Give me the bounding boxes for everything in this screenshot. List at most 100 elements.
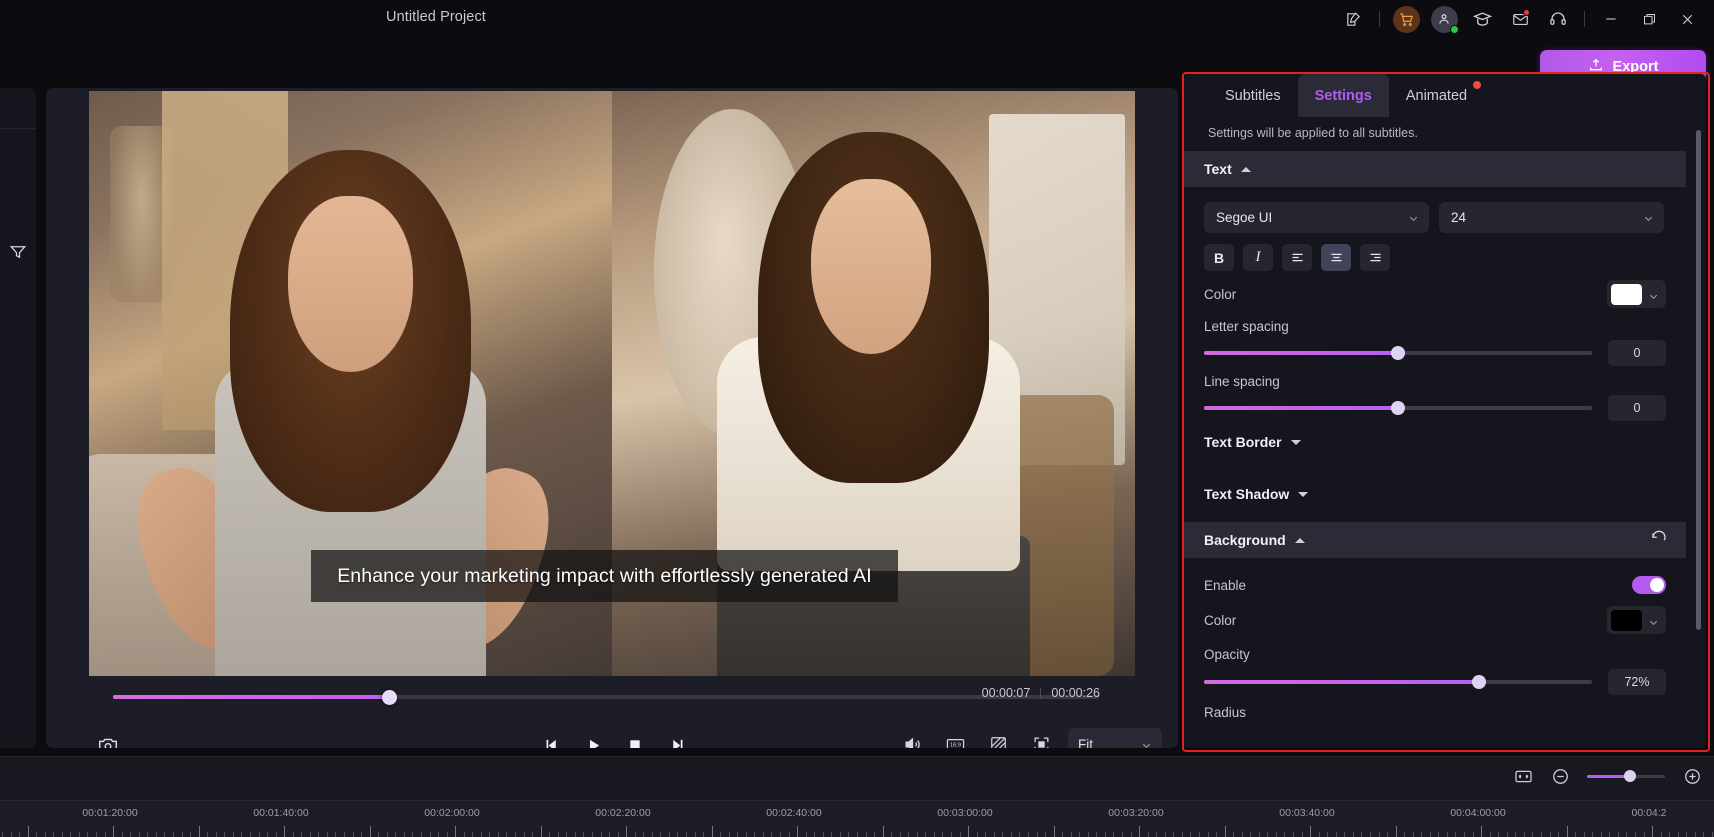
ruler-tick (1387, 832, 1388, 837)
line-spacing-slider[interactable] (1204, 401, 1592, 415)
ruler-tick (310, 832, 311, 837)
ruler-tick (1327, 832, 1328, 837)
timeline-ruler[interactable]: 00:01:20:00 00:01:40:00 00:02:00:00 00:02:2… (0, 800, 1714, 837)
timeline-zoom-slider-handle[interactable] (1623, 769, 1636, 782)
ruler-tick (951, 832, 952, 837)
close-icon[interactable] (1668, 0, 1706, 38)
step-backward-icon[interactable] (540, 734, 562, 748)
section-header-background[interactable]: Background (1184, 522, 1686, 558)
bold-button[interactable]: B (1204, 244, 1234, 271)
play-icon[interactable] (582, 734, 604, 748)
align-left-button[interactable] (1282, 244, 1312, 271)
letter-spacing-label-row: Letter spacing (1184, 318, 1686, 335)
fit-width-icon[interactable] (1513, 766, 1533, 786)
mail-icon[interactable] (1501, 0, 1539, 38)
stop-icon[interactable] (624, 734, 646, 748)
svg-text:16:9: 16:9 (950, 743, 961, 748)
background-enable-toggle[interactable] (1632, 576, 1666, 594)
note-edit-icon[interactable] (1334, 0, 1372, 38)
minimize-icon[interactable] (1592, 0, 1630, 38)
speaker-icon[interactable] (902, 734, 923, 748)
camera-icon[interactable] (97, 734, 121, 748)
step-forward-icon[interactable] (666, 734, 688, 748)
opacity-slider[interactable] (1204, 675, 1592, 689)
fullscreen-icon[interactable] (1031, 734, 1052, 748)
ruler-tick (1088, 832, 1089, 837)
playback-progress-fill (113, 695, 390, 699)
ruler-tick (1695, 832, 1696, 837)
section-header-text-shadow[interactable]: Text Shadow (1184, 482, 1686, 506)
ruler-tick (1455, 832, 1456, 837)
tab-animated[interactable]: Animated (1389, 74, 1484, 117)
line-spacing-slider-handle[interactable] (1391, 401, 1405, 415)
chevron-up-icon (1240, 166, 1251, 172)
diagonal-hatch-icon[interactable] (988, 734, 1009, 748)
timeline-zoom-controls (1513, 766, 1702, 786)
opacity-slider-handle[interactable] (1472, 675, 1487, 689)
ruler-tick (660, 832, 661, 837)
letter-spacing-label: Letter spacing (1204, 319, 1289, 334)
background-color-picker[interactable] (1607, 606, 1666, 634)
letter-spacing-slider-handle[interactable] (1391, 346, 1405, 360)
line-spacing-value[interactable]: 0 (1608, 395, 1666, 421)
tab-settings[interactable]: Settings (1297, 74, 1389, 117)
ruler-tick (1541, 832, 1542, 837)
section-header-text[interactable]: Text (1184, 151, 1686, 187)
ruler-tick (891, 832, 892, 837)
filter-funnel-icon[interactable] (9, 243, 27, 261)
ruler-label: 00:02:00:00 (424, 807, 480, 819)
ruler-tick (455, 826, 456, 837)
ruler-tick (1105, 832, 1106, 837)
ruler-tick (712, 826, 713, 837)
animated-notification-dot (1473, 81, 1482, 89)
ruler-tick (182, 832, 183, 837)
font-row: Segoe UI 24 (1184, 202, 1686, 233)
ruler-label: 00:03:00:00 (937, 807, 993, 819)
font-family-select[interactable]: Segoe UI (1204, 202, 1429, 233)
align-center-button[interactable] (1321, 244, 1351, 271)
ruler-tick (866, 832, 867, 837)
subtitle-overlay[interactable]: Enhance your marketing impact with effor… (311, 550, 898, 602)
video-canvas[interactable]: Enhance your marketing impact with effor… (89, 91, 1135, 676)
ruler-tick (79, 832, 80, 837)
headset-support-icon[interactable] (1539, 0, 1577, 38)
ruler-tick (207, 832, 208, 837)
reset-arrow-icon[interactable] (1650, 529, 1668, 552)
zoom-out-icon[interactable] (1550, 766, 1570, 786)
16-9-icon[interactable]: 16:9 (945, 734, 966, 748)
fit-select[interactable]: Fit (1068, 728, 1162, 748)
shopping-cart-icon[interactable] (1387, 0, 1425, 38)
ruler-tick (883, 826, 884, 837)
settings-note: Settings will be applied to all subtitle… (1208, 126, 1418, 140)
text-color-picker[interactable] (1607, 280, 1666, 308)
background-enable-row: Enable (1184, 575, 1686, 595)
zoom-in-icon[interactable] (1682, 766, 1702, 786)
timeline-zoom-slider[interactable] (1587, 769, 1665, 782)
playback-progress-handle[interactable] (382, 690, 398, 705)
user-avatar-icon[interactable] (1425, 0, 1463, 38)
ruler-tick (233, 832, 234, 837)
ruler-tick (122, 832, 123, 837)
maximize-restore-icon[interactable] (1630, 0, 1668, 38)
graduation-cap-icon[interactable] (1463, 0, 1501, 38)
ruler-tick (575, 832, 576, 837)
letter-spacing-value[interactable]: 0 (1608, 340, 1666, 366)
panel-scrollbar[interactable] (1696, 130, 1701, 630)
section-header-text-border[interactable]: Text Border (1184, 430, 1686, 454)
tab-subtitles[interactable]: Subtitles (1208, 74, 1298, 117)
ruler-tick (1447, 832, 1448, 837)
align-right-button[interactable] (1360, 244, 1390, 271)
ruler-tick (87, 832, 88, 837)
letter-spacing-slider[interactable] (1204, 346, 1592, 360)
chevron-up-icon (1294, 537, 1305, 543)
ruler-tick (139, 832, 140, 837)
ruler-tick (848, 832, 849, 837)
opacity-value[interactable]: 72% (1608, 669, 1666, 695)
ruler-tick (1028, 832, 1029, 837)
panel-tabs: Subtitles Settings Animated (1184, 74, 1706, 117)
playback-progress-bar[interactable] (113, 690, 1099, 705)
ruler-tick (344, 832, 345, 837)
italic-button[interactable]: I (1243, 244, 1273, 271)
font-size-select[interactable]: 24 (1439, 202, 1664, 233)
chevron-down-icon (1298, 491, 1309, 497)
